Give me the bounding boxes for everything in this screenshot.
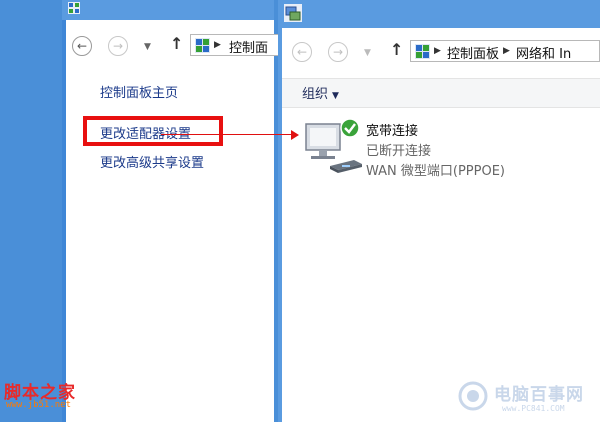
watermark-right-url: www.PC841.COM: [502, 404, 565, 413]
organize-menu-button[interactable]: 组织 ▼: [302, 83, 339, 102]
chevron-down-icon: ▼: [332, 91, 339, 101]
connection-status: 已断开连接: [366, 144, 432, 159]
breadcrumb-control-panel[interactable]: 控制面板: [447, 43, 499, 61]
watermark-logo-icon: [458, 381, 488, 411]
forward-arrow-icon: →: [332, 45, 344, 59]
control-panel-icon: [68, 2, 80, 14]
back-arrow-icon: ←: [296, 45, 308, 59]
recent-locations-chevron-icon[interactable]: ▼: [364, 48, 371, 58]
up-arrow-icon[interactable]: ↑: [390, 40, 403, 59]
forward-button[interactable]: →: [108, 36, 128, 56]
left-address-bar[interactable]: ▶ 控制面: [190, 34, 286, 56]
back-arrow-icon: ←: [76, 39, 88, 53]
organize-label: 组织: [302, 87, 329, 102]
command-toolbar: 组织 ▼: [282, 78, 600, 108]
connection-device: WAN 微型端口(PPPOE): [366, 164, 506, 179]
network-connection-icon[interactable]: [302, 118, 366, 174]
back-button[interactable]: ←: [292, 42, 312, 62]
right-explorer-window: ← → ▼ ↑ ▶ 控制面板 ▶ 网络和 In 组织 ▼ 宽带连接 已断开连接 …: [278, 0, 600, 422]
up-arrow-icon[interactable]: ↑: [170, 34, 183, 53]
pointer-arrow-line: [161, 134, 296, 135]
control-panel-icon: [195, 38, 210, 53]
watermark-left-url: www.jb51.net: [6, 400, 72, 410]
right-window-body: ← → ▼ ↑ ▶ 控制面板 ▶ 网络和 In 组织 ▼ 宽带连接 已断开连接 …: [282, 28, 600, 422]
back-button[interactable]: ←: [72, 36, 92, 56]
left-window-body: ← → ▼ ↑ ▶ 控制面 控制面板主页 更改适配器设置 更改高级共享设置: [66, 20, 286, 422]
recent-locations-chevron-icon[interactable]: ▼: [144, 42, 151, 52]
breadcrumb-separator-icon: ▶: [214, 40, 221, 50]
change-advanced-sharing-link[interactable]: 更改高级共享设置: [100, 152, 204, 171]
control-panel-home-link[interactable]: 控制面板主页: [100, 82, 178, 101]
left-explorer-window: ← → ▼ ↑ ▶ 控制面 控制面板主页 更改适配器设置 更改高级共享设置: [62, 0, 286, 422]
control-panel-icon: [415, 44, 430, 59]
watermark-right-brand: 电脑百事网: [494, 385, 584, 405]
connection-name[interactable]: 宽带连接: [366, 120, 418, 139]
left-navigation-bar: ← → ▼ ↑ ▶ 控制面: [72, 34, 286, 58]
change-adapter-settings-link[interactable]: 更改适配器设置: [100, 123, 191, 142]
network-connections-icon: [284, 4, 302, 22]
breadcrumb-network-internet[interactable]: 网络和 In: [516, 43, 571, 61]
right-address-bar[interactable]: ▶ 控制面板 ▶ 网络和 In: [410, 40, 600, 62]
right-navigation-bar: ← → ▼ ↑ ▶ 控制面板 ▶ 网络和 In: [292, 40, 600, 64]
check-icon: [340, 118, 360, 138]
breadcrumb-separator-icon: ▶: [434, 46, 441, 56]
pointer-arrow-head-icon: [291, 130, 299, 140]
forward-button[interactable]: →: [328, 42, 348, 62]
breadcrumb-control-panel[interactable]: 控制面: [229, 37, 268, 55]
breadcrumb-separator-icon: ▶: [503, 46, 510, 56]
forward-arrow-icon: →: [112, 39, 124, 53]
left-window-titlebar[interactable]: [62, 0, 274, 20]
